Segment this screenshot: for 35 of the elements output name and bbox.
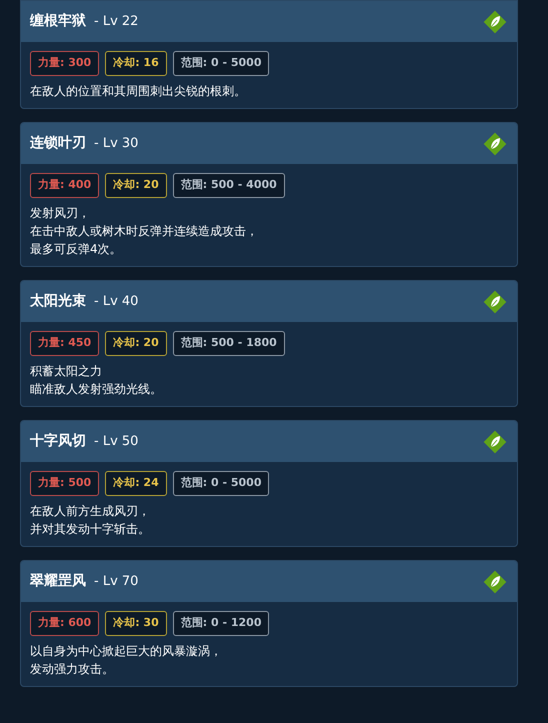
description-line: 瞄准敌人发射强劲光线。 (30, 381, 163, 398)
description-line: 在击中敌人或树木时反弹并连续造成攻击， (30, 223, 259, 240)
skill-name: 十字风切 (30, 432, 86, 451)
stat-badge: 范围: 0 - 1200 (172, 611, 270, 636)
stat-badge: 范围: 0 - 5000 (172, 51, 270, 76)
skill-name: 连锁叶刃 (30, 134, 86, 153)
description-line: 以自身为中心掀起巨大的风暴漩涡， (30, 643, 223, 660)
description-line: 发动强力攻击。 (30, 661, 115, 678)
skill-name: 缠根牢狱 (30, 12, 86, 31)
description-line: 在敌人的位置和其周围刺出尖锐的根刺。 (30, 83, 247, 100)
skill-level: - Lv 40 (94, 292, 138, 311)
stat-badge: 力量: 450 (30, 331, 100, 356)
stat-badge: 力量: 300 (30, 51, 100, 76)
skill-name: 翠耀罡风 (30, 572, 86, 591)
description-line: 在敌人前方生成风刃， (30, 503, 151, 520)
stat-badge: 冷却: 30 (105, 611, 167, 636)
skill-level: - Lv 22 (94, 12, 138, 31)
description-line: 最多可反弹4次。 (30, 241, 123, 258)
stat-badge: 力量: 500 (30, 471, 100, 496)
description-line: 发射风刃， (30, 205, 91, 222)
stat-badge: 冷却: 24 (105, 471, 167, 496)
stat-badge: 冷却: 20 (105, 331, 167, 356)
stat-badge: 冷却: 16 (105, 51, 167, 76)
stat-badge: 力量: 600 (30, 611, 100, 636)
stat-badge: 范围: 500 - 4000 (172, 173, 285, 198)
description-line: 积蓄太阳之力 (30, 363, 103, 380)
stat-badge: 冷却: 20 (105, 173, 167, 198)
stat-badge: 范围: 500 - 1800 (172, 331, 285, 356)
description-line: 并对其发动十字斩击。 (30, 521, 151, 538)
skill-name: 太阳光束 (30, 292, 86, 311)
skill-level: - Lv 50 (94, 432, 138, 451)
stat-badge: 范围: 0 - 5000 (172, 471, 270, 496)
skill-level: - Lv 30 (94, 134, 138, 153)
skill-level: - Lv 70 (94, 572, 138, 591)
stat-badge: 力量: 400 (30, 173, 100, 198)
